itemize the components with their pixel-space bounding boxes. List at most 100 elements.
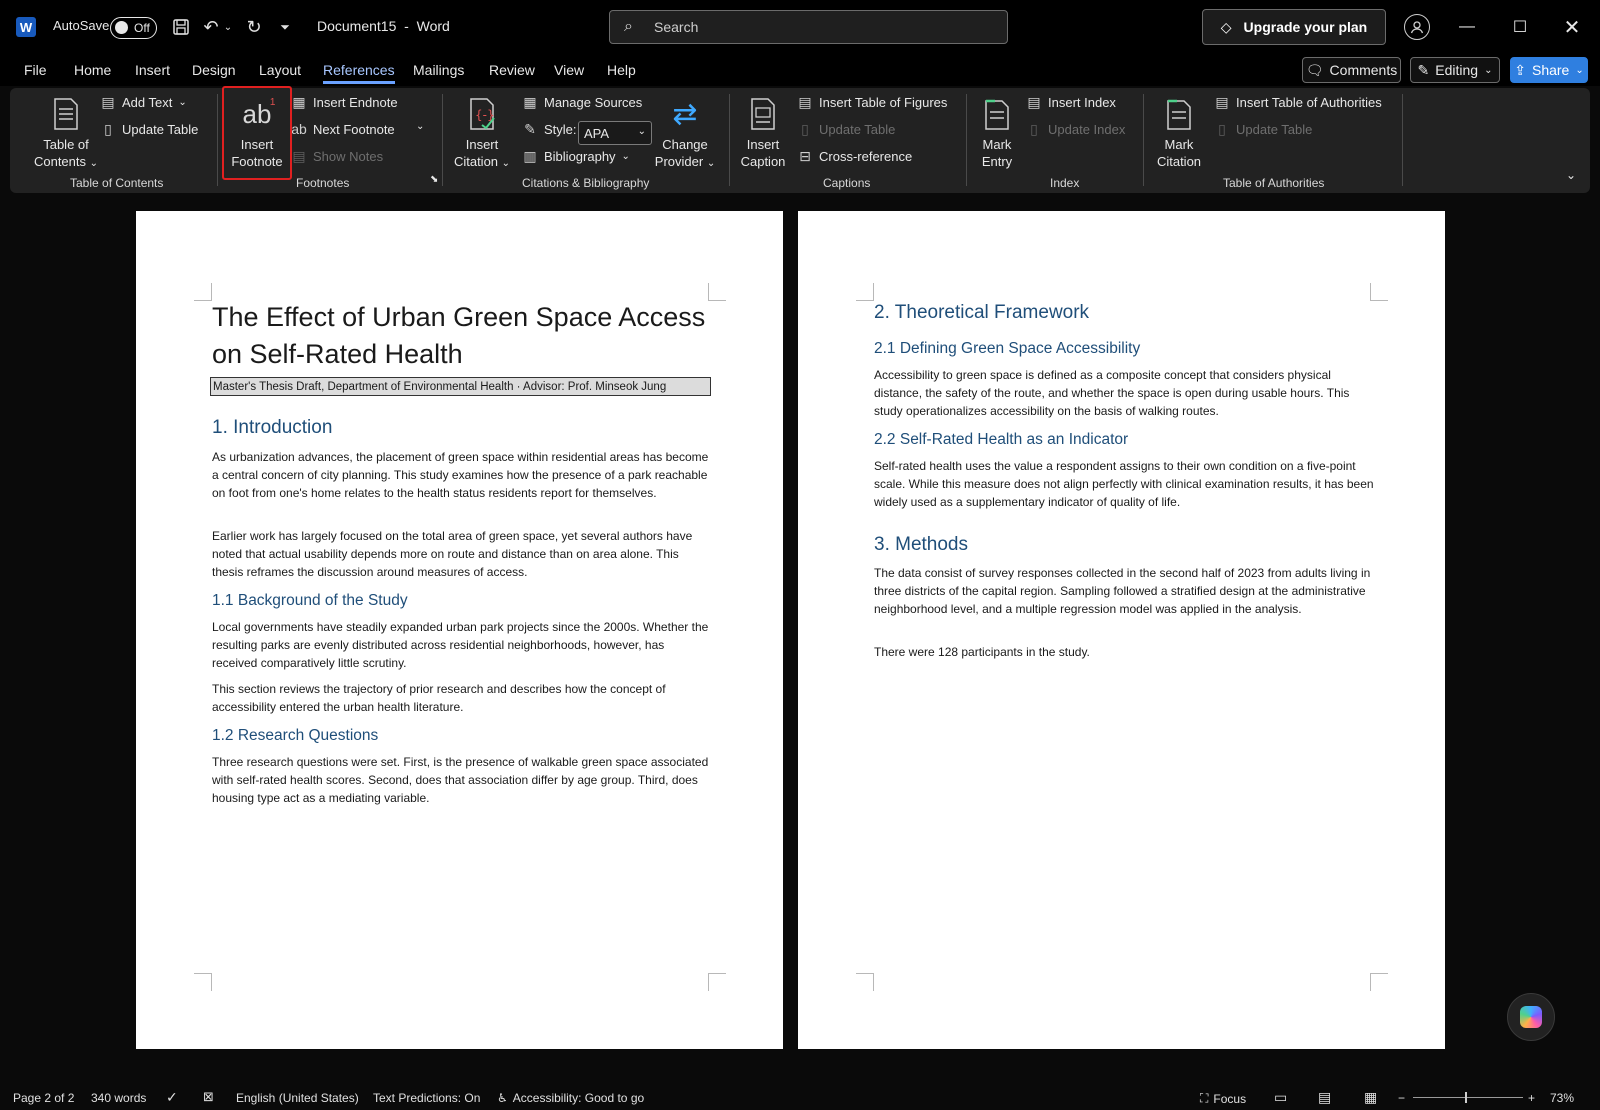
upgrade-plan-button[interactable]: ◇ Upgrade your plan — [1202, 9, 1386, 45]
upgrade-plan-label: Upgrade your plan — [1243, 19, 1368, 35]
comments-button[interactable]: 🗨 Comments — [1302, 57, 1401, 83]
update-index-icon: ▯ — [1030, 121, 1038, 137]
tab-references[interactable]: References — [323, 62, 395, 84]
zoom-level[interactable]: 73% — [1550, 1091, 1574, 1105]
chevron-down-icon: ⌄ — [637, 126, 646, 137]
heading-defining-accessibility[interactable]: 2.1 Defining Green Space Accessibility — [874, 340, 1140, 358]
tab-layout[interactable]: Layout — [259, 62, 301, 78]
tab-insert[interactable]: Insert — [135, 62, 170, 78]
insert-endnote-button[interactable]: ▦ Insert Endnote — [291, 94, 397, 111]
bibliography-label: Bibliography — [544, 149, 616, 164]
tab-view[interactable]: View — [554, 62, 584, 78]
heading-introduction[interactable]: 1. Introduction — [212, 417, 332, 439]
zoom-slider-thumb[interactable] — [1465, 1092, 1467, 1103]
document-title-heading[interactable]: The Effect of Urban Green Space Access o… — [212, 299, 712, 373]
insert-index-label: Insert Index — [1048, 95, 1116, 110]
accessibility-checker[interactable]: ♿ Accessibility: Good to go — [497, 1091, 644, 1105]
next-footnote-dropdown-chevron-icon[interactable]: ⌄ — [416, 121, 424, 132]
subtitle-selected-text[interactable]: Master's Thesis Draft, Department of Env… — [210, 377, 711, 396]
read-mode-icon[interactable]: ▭ — [1274, 1089, 1287, 1106]
zoom-slider-track[interactable] — [1413, 1097, 1523, 1098]
tab-file[interactable]: File — [24, 62, 47, 78]
web-layout-icon[interactable]: ▦ — [1364, 1089, 1377, 1106]
change-provider-label: Change Provider ⌄ — [654, 137, 716, 169]
undo-dropdown-chevron-icon[interactable]: ⌄ — [221, 15, 235, 39]
search-box[interactable]: ⌕ Search — [609, 10, 1008, 44]
mark-citation-button[interactable]: Mark Citation — [1150, 92, 1208, 170]
editing-mode-button[interactable]: ✎ Editing ⌄ — [1410, 57, 1500, 83]
dialog-launcher-icon[interactable]: ⬊ — [430, 174, 438, 185]
heading-research-questions[interactable]: 1.2 Research Questions — [212, 727, 378, 745]
tab-help[interactable]: Help — [607, 62, 636, 78]
maximize-icon[interactable]: ☐ — [1507, 14, 1533, 40]
word-count[interactable]: 340 words — [91, 1091, 146, 1105]
mark-entry-button[interactable]: Mark Entry — [972, 92, 1022, 170]
paragraph-defining-accessibility[interactable]: Accessibility to green space is defined … — [874, 366, 1374, 420]
next-footnote-button[interactable]: ab Next Footnote — [291, 121, 394, 137]
update-table-icon: ▯ — [104, 121, 112, 137]
insert-citation-button[interactable]: {-} Insert Citation ⌄ — [450, 92, 514, 172]
paragraph-intro-1[interactable]: As urbanization advances, the placement … — [212, 448, 712, 502]
zoom-in-icon[interactable]: + — [1528, 1091, 1535, 1105]
redo-icon[interactable]: ↻ — [242, 15, 266, 39]
copilot-button[interactable] — [1507, 993, 1555, 1041]
document-page-2[interactable]: 2. Theoretical Framework 2.1 Defining Gr… — [798, 211, 1445, 1049]
proofing-icon[interactable]: ✓ — [166, 1089, 178, 1106]
margin-corner — [194, 283, 212, 301]
status-bar: Page 2 of 2 340 words ✓ ⊠ English (Unite… — [0, 1086, 1600, 1110]
change-provider-button[interactable]: ⇄ Change Provider ⌄ — [652, 92, 718, 172]
heading-methods[interactable]: 3. Methods — [874, 534, 968, 556]
tab-review[interactable]: Review — [489, 62, 535, 78]
title-separator: - — [404, 18, 409, 34]
text-predictions-indicator[interactable]: Text Predictions: On — [373, 1091, 480, 1105]
display-settings-icon[interactable]: ⊠ — [203, 1089, 214, 1105]
tab-home[interactable]: Home — [74, 62, 111, 78]
paragraph-intro-2[interactable]: Earlier work has largely focused on the … — [212, 527, 712, 581]
undo-icon[interactable]: ↶ — [199, 15, 223, 39]
insert-index-button[interactable]: ▤ Insert Index — [1026, 94, 1116, 111]
tab-mailings[interactable]: Mailings — [413, 62, 464, 78]
paragraph-background-2[interactable]: This section reviews the trajectory of p… — [212, 680, 712, 716]
document-page-1[interactable]: The Effect of Urban Green Space Access o… — [136, 211, 783, 1049]
paragraph-research-questions[interactable]: Three research questions were set. First… — [212, 753, 712, 807]
insert-caption-button[interactable]: Insert Caption — [736, 92, 790, 170]
change-provider-icon: ⇄ — [672, 97, 698, 131]
update-table-button[interactable]: ▯ Update Table — [100, 121, 198, 138]
heading-background[interactable]: 1.1 Background of the Study — [212, 592, 408, 610]
heading-theoretical-framework[interactable]: 2. Theoretical Framework — [874, 302, 1089, 324]
save-icon[interactable] — [169, 15, 193, 39]
share-button[interactable]: ⇪ Share ⌄ — [1510, 57, 1588, 83]
manage-sources-button[interactable]: ▦ Manage Sources — [522, 94, 642, 111]
focus-mode-button[interactable]: ⛶ Focus — [1200, 1091, 1246, 1106]
update-index-button: ▯ Update Index — [1026, 121, 1125, 138]
paragraph-background-1[interactable]: Local governments have steadily expanded… — [212, 618, 712, 672]
cross-reference-button[interactable]: ⊟ Cross-reference — [797, 148, 912, 165]
heading-self-rated-health[interactable]: 2.2 Self-Rated Health as an Indicator — [874, 431, 1128, 449]
cross-reference-icon: ⊟ — [799, 148, 811, 164]
table-of-authorities-icon: ▤ — [1215, 94, 1229, 110]
title-line-2: on Self-Rated Health — [212, 339, 463, 369]
group-divider — [1402, 94, 1403, 186]
customize-toolbar-icon[interactable]: ⏷ — [273, 15, 297, 39]
language-indicator[interactable]: English (United States) — [236, 1091, 359, 1105]
page-count[interactable]: Page 2 of 2 — [13, 1091, 74, 1105]
autosave-state: Off — [134, 21, 150, 35]
zoom-out-icon[interactable]: − — [1398, 1091, 1405, 1105]
account-avatar-icon[interactable] — [1404, 14, 1430, 40]
next-footnote-icon: ab — [291, 121, 307, 137]
table-of-contents-button[interactable]: Table of Contents ⌄ — [32, 92, 100, 172]
minimize-icon[interactable]: — — [1454, 14, 1480, 40]
paragraph-methods[interactable]: The data consist of survey responses col… — [874, 564, 1374, 618]
close-icon[interactable]: ✕ — [1559, 14, 1585, 40]
collapse-ribbon-chevron-icon[interactable]: ⌄ — [1566, 168, 1576, 182]
tab-design[interactable]: Design — [192, 62, 236, 78]
insert-table-of-authorities-button[interactable]: ▤ Insert Table of Authorities — [1214, 94, 1381, 111]
insert-table-of-figures-button[interactable]: ▤ Insert Table of Figures — [797, 94, 947, 111]
paragraph-participants[interactable]: There were 128 participants in the study… — [874, 643, 1374, 661]
add-text-button[interactable]: ▤ Add Text ⌄ — [100, 94, 186, 111]
bibliography-button[interactable]: ▥ Bibliography ⌄ — [522, 148, 630, 165]
autosave-toggle[interactable]: Off — [110, 17, 157, 39]
print-layout-icon[interactable]: ▤ — [1318, 1089, 1331, 1106]
citation-style-select[interactable]: APA ⌄ — [578, 121, 652, 145]
paragraph-self-rated-health[interactable]: Self-rated health uses the value a respo… — [874, 457, 1374, 511]
